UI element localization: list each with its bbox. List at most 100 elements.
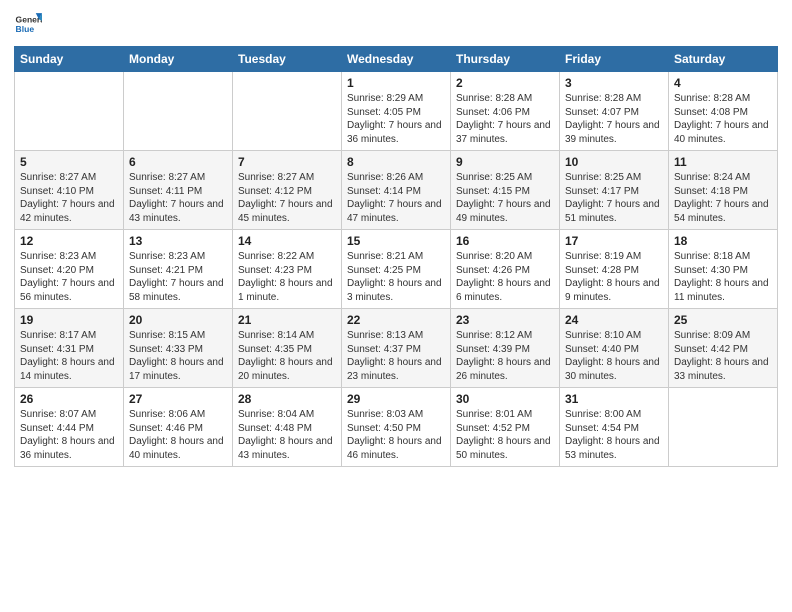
day-number: 19 bbox=[20, 313, 118, 327]
day-number: 18 bbox=[674, 234, 772, 248]
day-number: 21 bbox=[238, 313, 336, 327]
day-cell: 20 Sunrise: 8:15 AM Sunset: 4:33 PM Dayli… bbox=[124, 309, 233, 388]
day-info: Sunrise: 8:10 AM Sunset: 4:40 PM Dayligh… bbox=[565, 329, 663, 383]
day-number: 17 bbox=[565, 234, 663, 248]
day-info: Sunrise: 8:28 AM Sunset: 4:06 PM Dayligh… bbox=[456, 92, 554, 146]
page-container: General Blue SundayMondayTuesdayWednesda… bbox=[0, 0, 792, 475]
day-cell: 27Sunrise: 8:06 AM Sunset: 4:46 PM Dayli… bbox=[124, 388, 233, 467]
day-number: 20 bbox=[129, 313, 227, 327]
day-info: Sunrise: 8:23 AM Sunset: 4:21 PM Dayligh… bbox=[129, 250, 227, 304]
day-info: Sunrise: 8:28 AM Sunset: 4:08 PM Dayligh… bbox=[674, 92, 772, 146]
header-wednesday: Wednesday bbox=[342, 47, 451, 72]
day-cell: 21 Sunrise: 8:14 AM Sunset: 4:35 PM Dayli… bbox=[233, 309, 342, 388]
day-info: Sunrise: 8:26 AM Sunset: 4:14 PM Dayligh… bbox=[347, 171, 445, 225]
day-cell: 4 Sunrise: 8:28 AM Sunset: 4:08 PM Daylig… bbox=[669, 72, 778, 151]
day-cell: 12 Sunrise: 8:23 AM Sunset: 4:20 PM Dayli… bbox=[15, 230, 124, 309]
day-info: Sunrise: 8:22 AM Sunset: 4:23 PM Dayligh… bbox=[238, 250, 336, 304]
day-number: 24 bbox=[565, 313, 663, 327]
day-info: Sunrise: 8:18 AM Sunset: 4:30 PM Dayligh… bbox=[674, 250, 772, 304]
day-cell: 17 Sunrise: 8:19 AM Sunset: 4:28 PM Dayli… bbox=[560, 230, 669, 309]
day-number: 3 bbox=[565, 76, 663, 90]
day-info: Sunrise: 8:00 AM Sunset: 4:54 PM Dayligh… bbox=[565, 408, 663, 462]
day-info: Sunrise: 8:07 AM Sunset: 4:44 PM Dayligh… bbox=[20, 408, 118, 462]
day-info: Sunrise: 8:03 AM Sunset: 4:50 PM Dayligh… bbox=[347, 408, 445, 462]
week-row-3: 12 Sunrise: 8:23 AM Sunset: 4:20 PM Dayli… bbox=[15, 230, 778, 309]
header: General Blue bbox=[14, 10, 778, 38]
day-number: 8 bbox=[347, 155, 445, 169]
day-info: Sunrise: 8:01 AM Sunset: 4:52 PM Dayligh… bbox=[456, 408, 554, 462]
day-cell: 23 Sunrise: 8:12 AM Sunset: 4:39 PM Dayli… bbox=[451, 309, 560, 388]
day-cell: 6 Sunrise: 8:27 AM Sunset: 4:11 PM Daylig… bbox=[124, 151, 233, 230]
day-number: 10 bbox=[565, 155, 663, 169]
day-cell: 15 Sunrise: 8:21 AM Sunset: 4:25 PM Dayli… bbox=[342, 230, 451, 309]
day-cell: 7Sunrise: 8:27 AM Sunset: 4:12 PM Daylig… bbox=[233, 151, 342, 230]
header-monday: Monday bbox=[124, 47, 233, 72]
day-cell: 3 Sunrise: 8:28 AM Sunset: 4:07 PM Daylig… bbox=[560, 72, 669, 151]
day-cell: 22 Sunrise: 8:13 AM Sunset: 4:37 PM Dayli… bbox=[342, 309, 451, 388]
day-number: 31 bbox=[565, 392, 663, 406]
day-number: 30 bbox=[456, 392, 554, 406]
calendar-table: SundayMondayTuesdayWednesdayThursdayFrid… bbox=[14, 46, 778, 467]
svg-text:Blue: Blue bbox=[16, 24, 35, 34]
days-header-row: SundayMondayTuesdayWednesdayThursdayFrid… bbox=[15, 47, 778, 72]
day-info: Sunrise: 8:13 AM Sunset: 4:37 PM Dayligh… bbox=[347, 329, 445, 383]
day-info: Sunrise: 8:27 AM Sunset: 4:10 PM Dayligh… bbox=[20, 171, 118, 225]
week-row-4: 19 Sunrise: 8:17 AM Sunset: 4:31 PM Dayli… bbox=[15, 309, 778, 388]
day-cell: 24 Sunrise: 8:10 AM Sunset: 4:40 PM Dayli… bbox=[560, 309, 669, 388]
day-number: 23 bbox=[456, 313, 554, 327]
day-info: Sunrise: 8:17 AM Sunset: 4:31 PM Dayligh… bbox=[20, 329, 118, 383]
day-number: 28 bbox=[238, 392, 336, 406]
day-number: 22 bbox=[347, 313, 445, 327]
day-cell bbox=[15, 72, 124, 151]
day-cell: 28 Sunrise: 8:04 AM Sunset: 4:48 PM Dayli… bbox=[233, 388, 342, 467]
week-row-5: 26 Sunrise: 8:07 AM Sunset: 4:44 PM Dayli… bbox=[15, 388, 778, 467]
day-number: 11 bbox=[674, 155, 772, 169]
day-number: 12 bbox=[20, 234, 118, 248]
day-cell: 8 Sunrise: 8:26 AM Sunset: 4:14 PM Daylig… bbox=[342, 151, 451, 230]
day-cell: 31 Sunrise: 8:00 AM Sunset: 4:54 PM Dayli… bbox=[560, 388, 669, 467]
day-cell: 18 Sunrise: 8:18 AM Sunset: 4:30 PM Dayli… bbox=[669, 230, 778, 309]
day-number: 5 bbox=[20, 155, 118, 169]
day-info: Sunrise: 8:19 AM Sunset: 4:28 PM Dayligh… bbox=[565, 250, 663, 304]
day-cell: 1 Sunrise: 8:29 AM Sunset: 4:05 PM Daylig… bbox=[342, 72, 451, 151]
day-cell: 14 Sunrise: 8:22 AM Sunset: 4:23 PM Dayli… bbox=[233, 230, 342, 309]
day-number: 7 bbox=[238, 155, 336, 169]
day-cell: 10Sunrise: 8:25 AM Sunset: 4:17 PM Dayli… bbox=[560, 151, 669, 230]
week-row-1: 1 Sunrise: 8:29 AM Sunset: 4:05 PM Daylig… bbox=[15, 72, 778, 151]
day-cell: 2 Sunrise: 8:28 AM Sunset: 4:06 PM Daylig… bbox=[451, 72, 560, 151]
week-row-2: 5 Sunrise: 8:27 AM Sunset: 4:10 PM Daylig… bbox=[15, 151, 778, 230]
day-info: Sunrise: 8:06 AM Sunset: 4:46 PM Dayligh… bbox=[129, 408, 227, 462]
day-info: Sunrise: 8:25 AM Sunset: 4:15 PM Dayligh… bbox=[456, 171, 554, 225]
day-cell: 26 Sunrise: 8:07 AM Sunset: 4:44 PM Dayli… bbox=[15, 388, 124, 467]
day-number: 14 bbox=[238, 234, 336, 248]
day-number: 6 bbox=[129, 155, 227, 169]
day-info: Sunrise: 8:12 AM Sunset: 4:39 PM Dayligh… bbox=[456, 329, 554, 383]
day-cell: 25Sunrise: 8:09 AM Sunset: 4:42 PM Dayli… bbox=[669, 309, 778, 388]
day-info: Sunrise: 8:21 AM Sunset: 4:25 PM Dayligh… bbox=[347, 250, 445, 304]
day-number: 15 bbox=[347, 234, 445, 248]
day-number: 9 bbox=[456, 155, 554, 169]
day-number: 26 bbox=[20, 392, 118, 406]
header-thursday: Thursday bbox=[451, 47, 560, 72]
header-sunday: Sunday bbox=[15, 47, 124, 72]
day-number: 29 bbox=[347, 392, 445, 406]
day-cell: 29 Sunrise: 8:03 AM Sunset: 4:50 PM Dayli… bbox=[342, 388, 451, 467]
day-cell: 5 Sunrise: 8:27 AM Sunset: 4:10 PM Daylig… bbox=[15, 151, 124, 230]
day-cell bbox=[124, 72, 233, 151]
logo-icon: General Blue bbox=[14, 10, 42, 38]
day-info: Sunrise: 8:27 AM Sunset: 4:11 PM Dayligh… bbox=[129, 171, 227, 225]
day-info: Sunrise: 8:09 AM Sunset: 4:42 PM Dayligh… bbox=[674, 329, 772, 383]
day-info: Sunrise: 8:20 AM Sunset: 4:26 PM Dayligh… bbox=[456, 250, 554, 304]
day-cell bbox=[669, 388, 778, 467]
day-info: Sunrise: 8:15 AM Sunset: 4:33 PM Dayligh… bbox=[129, 329, 227, 383]
day-info: Sunrise: 8:29 AM Sunset: 4:05 PM Dayligh… bbox=[347, 92, 445, 146]
day-info: Sunrise: 8:28 AM Sunset: 4:07 PM Dayligh… bbox=[565, 92, 663, 146]
day-cell: 13Sunrise: 8:23 AM Sunset: 4:21 PM Dayli… bbox=[124, 230, 233, 309]
day-number: 4 bbox=[674, 76, 772, 90]
day-info: Sunrise: 8:14 AM Sunset: 4:35 PM Dayligh… bbox=[238, 329, 336, 383]
day-info: Sunrise: 8:04 AM Sunset: 4:48 PM Dayligh… bbox=[238, 408, 336, 462]
day-number: 2 bbox=[456, 76, 554, 90]
day-info: Sunrise: 8:23 AM Sunset: 4:20 PM Dayligh… bbox=[20, 250, 118, 304]
day-number: 1 bbox=[347, 76, 445, 90]
header-tuesday: Tuesday bbox=[233, 47, 342, 72]
